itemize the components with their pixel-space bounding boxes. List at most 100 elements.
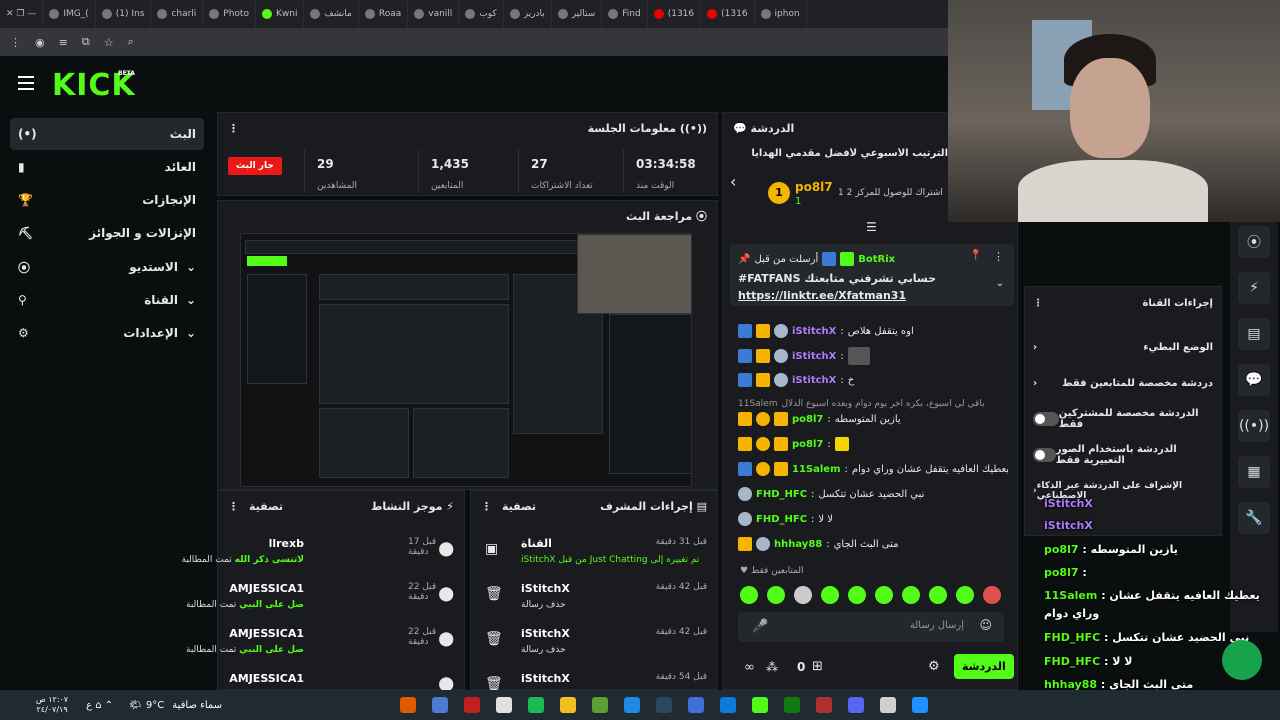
leader-name[interactable]: po8l7 [795,180,833,194]
send-chat-button[interactable]: الدردشة [954,654,1014,679]
tab-4[interactable]: Photo [203,0,256,28]
tab-10[interactable]: بادريز [504,0,552,28]
kick-app-icon[interactable] [752,697,769,713]
chevron-left-icon[interactable]: ‹ [730,172,736,191]
app-icon[interactable] [400,697,417,713]
tab-15[interactable]: iphon [755,0,807,28]
profile-icon[interactable]: ◉ [35,36,45,49]
chevron-down-icon[interactable]: ⌄ [996,278,1004,289]
wrench-icon[interactable]: 🔧 [1238,502,1270,534]
tab-5[interactable]: Kwni [256,0,305,28]
window-controls[interactable]: ✕ ❐ — [0,0,44,28]
mod-filter-button[interactable]: تصفية [502,500,536,513]
tab-11[interactable]: ستالير [552,0,603,28]
sidebar-item-settings[interactable]: ⚙ الإعدادات ⌄ [10,317,204,349]
pinned-link[interactable]: https://linktr.ee/Xfatman31 [738,289,906,302]
hamburger-menu-icon[interactable] [18,76,34,90]
chrome-icon[interactable] [496,697,513,713]
more-options-icon[interactable]: ⋮ [993,250,1004,263]
tab-12[interactable]: Find [602,0,648,28]
emote-icon[interactable] [794,586,812,604]
windows-start-icon[interactable] [912,697,929,713]
unpin-icon[interactable]: 📍 [970,250,982,261]
tab-1[interactable]: IMG_( [43,0,96,28]
sidebar-item-achievements[interactable]: 🏆 الإنجازات [10,184,204,216]
xbox-icon[interactable] [784,697,801,713]
beta-badge: BETA [118,70,135,77]
emote-icon[interactable] [767,586,785,604]
points-icon[interactable]: ⁂ [766,660,778,674]
lightning-icon[interactable]: ⚡ [1238,272,1270,304]
menu-dots-icon[interactable]: ⋮ [10,36,21,49]
dashboard-icon[interactable]: ▦ [1238,456,1270,488]
edge-icon[interactable] [624,697,641,713]
tab-favicon-icon [653,9,664,19]
camera-icon[interactable]: ⦿ [1238,226,1270,258]
sidebar-item-stream[interactable]: (•) البث [10,118,204,150]
tab-8[interactable]: vanill [408,0,460,28]
app-icon[interactable] [880,697,897,713]
gift-icon[interactable]: ⊞ [812,659,823,674]
tab-favicon-icon [509,9,520,19]
gear-icon[interactable]: ⚙ [928,659,940,674]
file-explorer-icon[interactable] [560,697,577,713]
stream-preview-header: مراجعة البث ⦿ [218,201,717,231]
subscribers-only-toggle[interactable] [1033,412,1059,426]
emote-icon[interactable] [983,586,1001,604]
sidebar-item-revenue[interactable]: ▮ العائد [10,151,204,183]
tab-3[interactable]: charli [151,0,204,28]
minecraft-icon[interactable] [592,697,609,713]
emote-icon[interactable] [848,586,866,604]
avatar [774,349,788,363]
collapse-icon[interactable]: ☰ [866,220,877,234]
tab-13[interactable]: (1316 [648,0,702,28]
sidebar-item-drops[interactable]: ⛏ الإنزالات و الجوائز [10,217,204,249]
search-icon[interactable]: ⌕ [128,35,134,49]
tab-14[interactable]: (1316 [701,0,755,28]
clock[interactable]: ١٢:٠٧ ص ٢٤/٠٧/١٩ [36,695,68,715]
chat-bubble-icon[interactable]: 💬 [1238,364,1270,396]
emote-icon[interactable] [740,586,758,604]
chevron-right-icon: › [1033,377,1038,389]
tab-7[interactable]: Roaa [359,0,409,28]
document-icon[interactable]: ▤ [1238,318,1270,350]
activity-filter-button[interactable]: تصفية [249,500,283,513]
chat-message-input[interactable]: 🎤 إرسال رسالة ☺ [738,612,1004,642]
tab-6[interactable]: مانشف [304,0,359,28]
emote-icon[interactable] [902,586,920,604]
feed-row: قبل 22 دقيقة AMJESSICA1 صل على النبي تمت… [186,627,454,655]
more-options-icon[interactable]: ⋮ [481,500,492,513]
emote-only-toggle[interactable] [1033,448,1056,462]
tab-2[interactable]: (1) Ins [96,0,152,28]
broadcast-icon[interactable]: ((•)) [1238,410,1270,442]
app-icon[interactable] [432,697,449,713]
more-options-icon[interactable]: ⋮ [1033,298,1043,309]
steam-icon[interactable] [656,697,673,713]
sidebar-item-channel[interactable]: ⚲ القناة ⌄ [10,284,204,316]
followers-only-row[interactable]: › دردشة مخصصة للمتابعين فقط [1033,369,1213,397]
slow-mode-row[interactable]: › الوضع البطيء [1033,333,1213,361]
discord-icon[interactable] [848,697,865,713]
app-icon[interactable] [688,697,705,713]
tab-9[interactable]: كوب [459,0,504,28]
infinity-icon[interactable]: ∞ [744,660,755,675]
avatar [738,487,752,501]
emote-icon[interactable] [821,586,839,604]
app-icon[interactable] [816,697,833,713]
stream-preview-video[interactable] [240,233,692,487]
system-tray-icons[interactable]: ع ⌂ ⌃ [86,700,113,711]
app-icon[interactable] [720,697,737,713]
emote-icon[interactable] [929,586,947,604]
microphone-icon[interactable]: 🎤 [752,619,768,634]
spotify-icon[interactable] [528,697,545,713]
emote-icon[interactable] [875,586,893,604]
more-options-icon[interactable]: ⋮ [228,500,239,513]
queue-icon[interactable]: ≡ [59,36,68,49]
more-options-icon[interactable]: ⋮ [228,122,239,135]
sidebar-item-studio[interactable]: ⦿ الاستديو ⌄ [10,251,204,283]
bookmark-star-icon[interactable]: ☆ [104,36,114,49]
emote-icon[interactable] [956,586,974,604]
extensions-icon[interactable]: ⧉ [82,35,90,49]
emoji-icon[interactable]: ☺ [979,618,992,632]
app-icon[interactable] [464,697,481,713]
